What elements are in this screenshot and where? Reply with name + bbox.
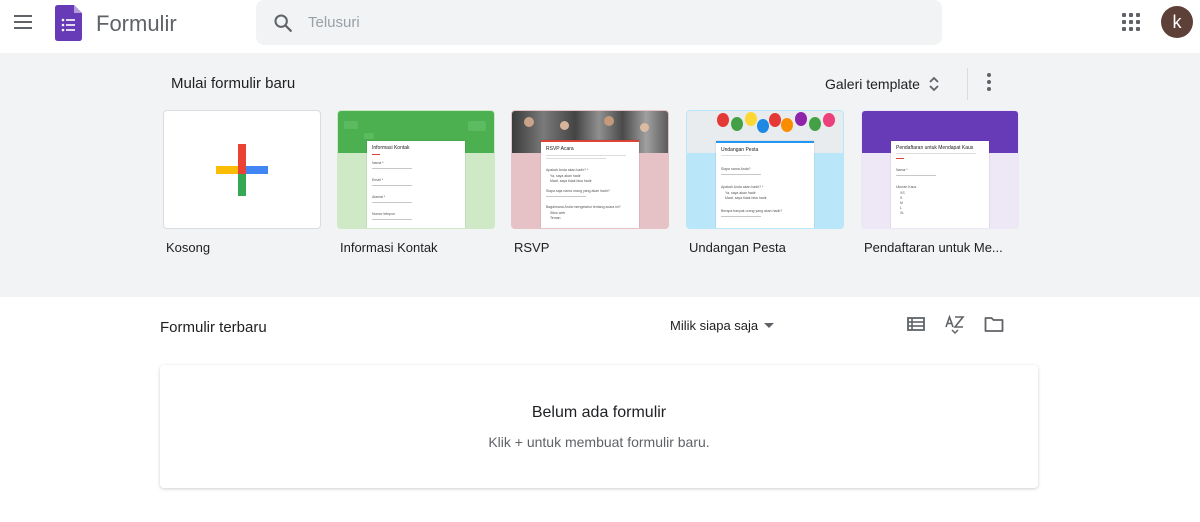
mini-form: Pendaftaran untuk Mendapat Kaus Nama * U…: [891, 141, 989, 228]
template-contact-info[interactable]: Informasi Kontak Nama * Email * Alamat *…: [337, 110, 495, 255]
empty-state-subtitle: Klik + untuk membuat formulir baru.: [488, 434, 710, 450]
mini-field-label: Berapa banyak orang yang akan hadir?: [721, 209, 783, 213]
mini-field-label: XL: [900, 211, 905, 215]
mini-field-label: Nama *: [896, 168, 908, 172]
recent-forms-title: Formulir terbaru: [160, 319, 267, 336]
header: Formulir k: [0, 0, 1200, 53]
mini-form: Informasi Kontak Nama * Email * Alamat *…: [367, 141, 465, 228]
template-list: Kosong Informasi Kontak Nama * Email * A…: [0, 110, 1200, 270]
template-rsvp[interactable]: RSVP Acara Apakah Anda akan hadir? * Ya,…: [511, 110, 669, 255]
template-thumbnail[interactable]: RSVP Acara Apakah Anda akan hadir? * Ya,…: [511, 110, 669, 229]
template-blank[interactable]: Kosong: [163, 110, 321, 255]
mini-field-label: Nama *: [372, 161, 384, 165]
unfold-more-icon: [929, 76, 939, 92]
template-party-invite[interactable]: Undangan Pesta Siapa nama Anda? Apakah A…: [686, 110, 844, 255]
search-bar[interactable]: [256, 0, 942, 45]
section-title: Mulai formulir baru: [171, 75, 296, 92]
mini-field-label: M: [900, 201, 903, 205]
template-gallery-label: Galeri template: [825, 76, 920, 92]
template-label[interactable]: Pendaftaran untuk Me...: [861, 240, 1017, 255]
mini-field-label: Bagaimana Anda mengetahui tentang acara …: [546, 205, 621, 209]
sort-az-icon[interactable]: [944, 313, 966, 335]
template-thumbnail[interactable]: Informasi Kontak Nama * Email * Alamat *…: [337, 110, 495, 229]
mini-field-label: XS: [900, 191, 905, 195]
mini-field-label: S: [900, 196, 903, 200]
template-thumbnail[interactable]: Undangan Pesta Siapa nama Anda? Apakah A…: [686, 110, 844, 229]
empty-state-title: Belum ada formulir: [531, 404, 667, 421]
mini-form-title: RSVP Acara: [546, 146, 574, 152]
mini-field-label: Alamat *: [372, 195, 386, 199]
mini-field-label: Apakah Anda akan hadir? *: [546, 168, 589, 172]
mini-field-label: Situs web: [550, 211, 566, 215]
menu-icon[interactable]: [10, 9, 36, 35]
mini-field-label: Ya, saya akan hadir: [550, 174, 581, 178]
mini-field-label: Apakah Anda akan hadir? *: [721, 185, 764, 189]
more-options-icon[interactable]: [982, 72, 996, 92]
mini-form-title: Pendaftaran untuk Mendapat Kaus: [896, 145, 974, 151]
mini-field-label: Teman: [550, 216, 561, 220]
app-title[interactable]: Formulir: [96, 11, 177, 37]
template-label[interactable]: Informasi Kontak: [337, 240, 493, 255]
plus-icon: [216, 144, 268, 196]
forms-logo-icon[interactable]: [55, 5, 82, 41]
search-icon[interactable]: [272, 12, 294, 34]
template-section: Mulai formulir baru Galeri template Koso…: [0, 53, 1200, 297]
mini-form: RSVP Acara Apakah Anda akan hadir? * Ya,…: [541, 140, 639, 228]
folder-icon[interactable]: [983, 313, 1005, 335]
mini-field-label: Nomor telepon: [372, 212, 395, 216]
template-thumbnail[interactable]: Pendaftaran untuk Mendapat Kaus Nama * U…: [861, 110, 1019, 229]
list-view-icon[interactable]: [905, 313, 927, 335]
mini-field-label: Ya, saya akan hadir: [725, 191, 756, 195]
mini-field-label: Email *: [372, 178, 384, 182]
owner-filter-dropdown[interactable]: Milik siapa saja: [670, 315, 775, 335]
mini-form-title: Undangan Pesta: [721, 147, 759, 153]
template-label[interactable]: Kosong: [163, 240, 319, 255]
mini-form: Undangan Pesta Siapa nama Anda? Apakah A…: [716, 141, 814, 228]
search-input[interactable]: [308, 0, 908, 45]
mini-field-label: Siapa saja nama orang yang akan hadir?: [546, 189, 610, 193]
mini-field-label: L: [900, 206, 902, 210]
owner-filter-label: Milik siapa saja: [670, 317, 759, 333]
mini-field-label: Maaf, saya tidak bisa hadir: [550, 179, 592, 183]
dropdown-arrow-icon: [764, 322, 775, 328]
template-tshirt-signup[interactable]: Pendaftaran untuk Mendapat Kaus Nama * U…: [861, 110, 1019, 255]
template-label[interactable]: Undangan Pesta: [686, 240, 842, 255]
apps-grid-icon[interactable]: [1122, 13, 1140, 31]
template-thumbnail[interactable]: [163, 110, 321, 229]
avatar[interactable]: k: [1161, 6, 1193, 38]
mini-field-label: Ukuran Kaus: [896, 185, 917, 189]
mini-field-label: Siapa nama Anda?: [721, 167, 751, 171]
empty-state-card: Belum ada formulir Klik + untuk membuat …: [160, 365, 1038, 488]
template-gallery-button[interactable]: Galeri template: [825, 72, 940, 96]
mini-field-label: Maaf, saya tidak bisa hadir: [725, 196, 767, 200]
mini-form-title: Informasi Kontak: [372, 145, 410, 151]
template-label[interactable]: RSVP: [511, 240, 667, 255]
toolbar-divider: [967, 68, 968, 100]
